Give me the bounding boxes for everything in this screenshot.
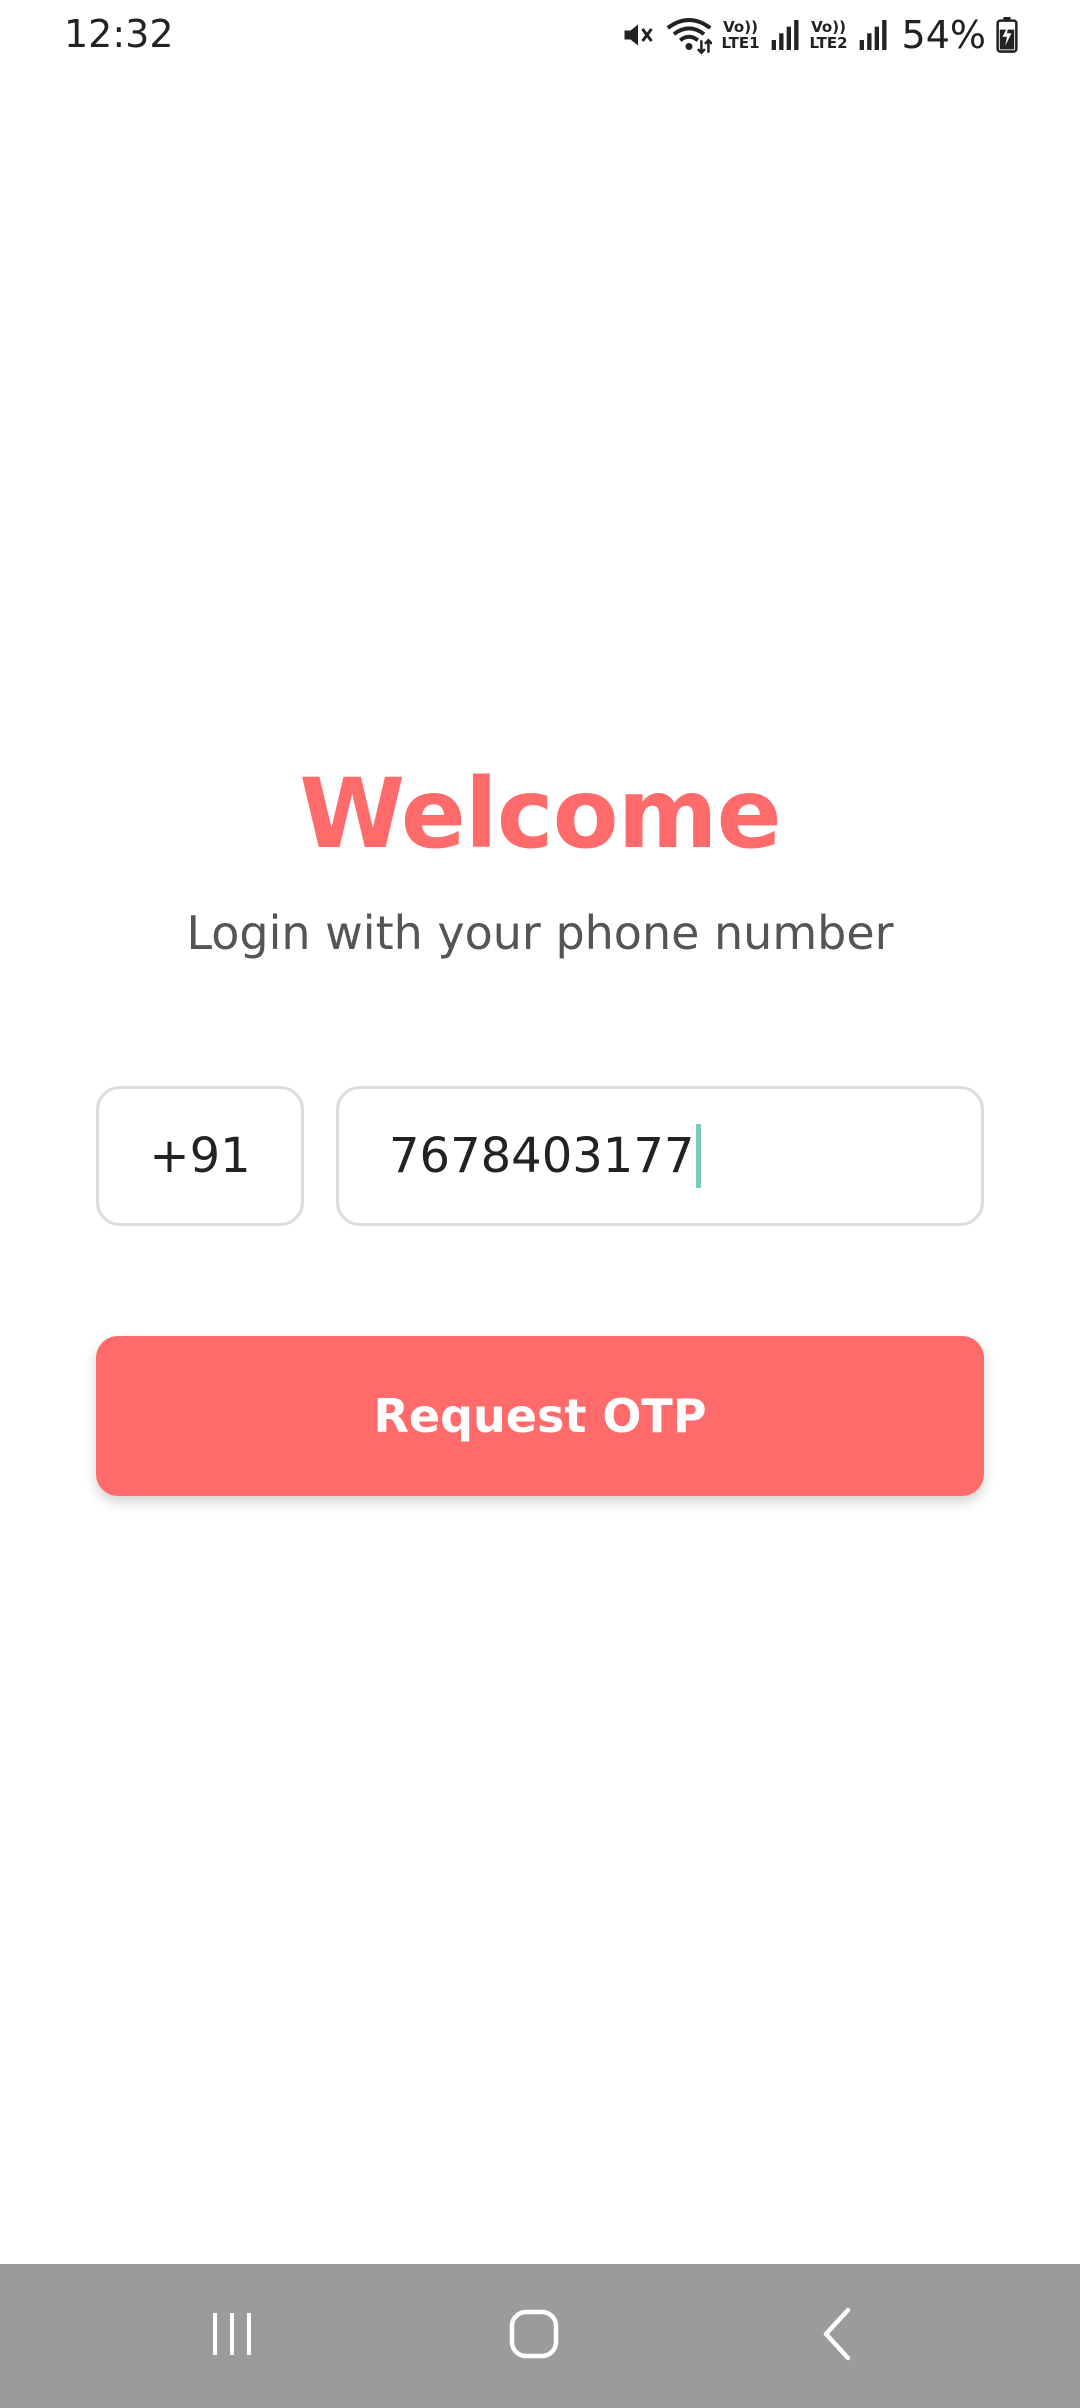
recent-apps-icon: [207, 2309, 257, 2364]
sim1-volte-text: Vo)): [723, 18, 758, 36]
sim2-network-label: Vo)) LTE2: [810, 19, 848, 51]
battery-percentage: 54%: [901, 13, 986, 57]
signal-icon: [858, 18, 888, 52]
phone-number-value: 7678403177: [389, 1128, 695, 1184]
status-bar: 12:32 Vo)) LTE1 Vo)) LTE2 54%: [0, 0, 1080, 70]
home-icon: [508, 2308, 560, 2365]
phone-number-input[interactable]: 7678403177: [336, 1086, 984, 1226]
login-subtitle: Login with your phone number: [186, 906, 894, 960]
country-code-field[interactable]: +91: [96, 1086, 304, 1226]
wifi-icon: [666, 15, 712, 55]
back-icon: [818, 2306, 858, 2367]
status-icons: Vo)) LTE1 Vo)) LTE2 54%: [620, 12, 1018, 58]
back-button[interactable]: [758, 2264, 918, 2408]
sim2-volte-text: Vo)): [811, 18, 846, 36]
recent-apps-button[interactable]: [152, 2264, 312, 2408]
status-time: 12:32: [64, 12, 174, 56]
home-button[interactable]: [454, 2264, 614, 2408]
sim1-lte-text: LTE1: [721, 34, 760, 52]
navigation-bar: [0, 2264, 1080, 2408]
mute-icon: [620, 17, 656, 53]
sim2-lte-text: LTE2: [809, 34, 848, 52]
country-code-value: +91: [149, 1128, 251, 1184]
request-otp-button[interactable]: Request OTP: [96, 1336, 984, 1496]
text-cursor: [696, 1124, 702, 1188]
battery-charging-icon: [996, 17, 1018, 53]
signal-icon: [770, 18, 800, 52]
welcome-title: Welcome: [299, 758, 781, 870]
sim1-network-label: Vo)) LTE1: [722, 19, 760, 51]
